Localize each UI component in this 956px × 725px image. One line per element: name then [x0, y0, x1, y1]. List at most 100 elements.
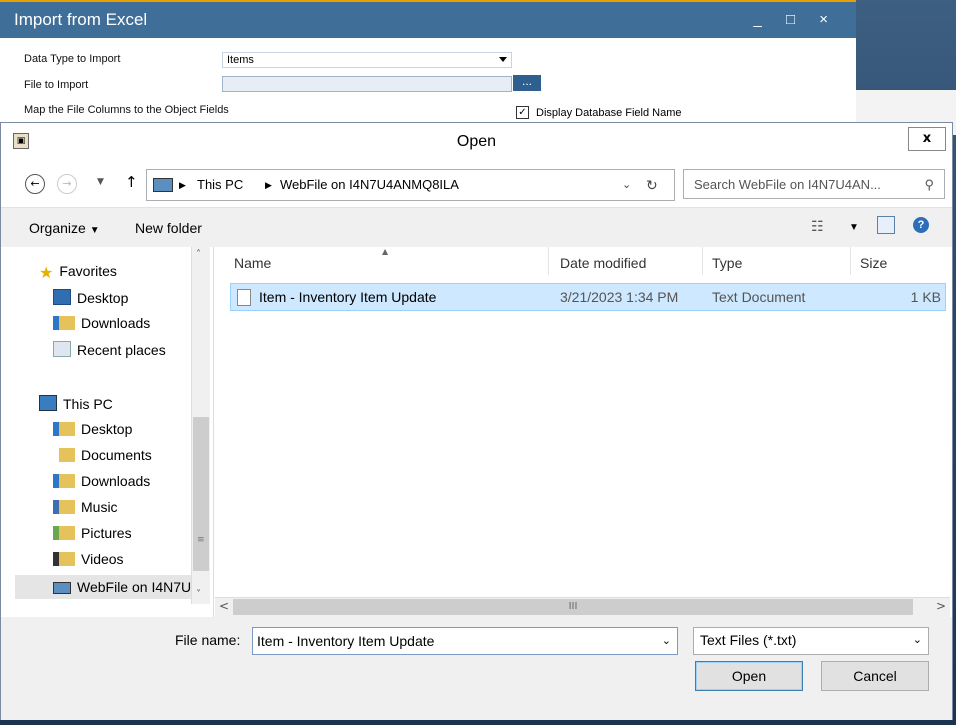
sidebar-item-pictures[interactable]: Pictures [53, 525, 132, 541]
command-toolbar: Organize ▼ New folder ☷ ▼ ? [1, 207, 952, 248]
scroll-left-icon[interactable]: < [219, 599, 229, 613]
breadcrumb-separator-icon: ▶ [265, 180, 272, 190]
sidebar-item-documents[interactable]: Documents [53, 447, 152, 463]
chevron-down-icon: ⌄ [912, 634, 922, 646]
sidebar-item-label: Recent places [77, 342, 166, 358]
scroll-grip-icon: ≡ [197, 535, 205, 545]
sidebar-item-videos[interactable]: Videos [53, 551, 124, 567]
view-options-icon[interactable]: ☷ [811, 218, 824, 235]
address-bar[interactable]: ▶ This PC ▶ WebFile on I4N7U4ANMQ8ILA ⌄ … [146, 169, 675, 201]
sidebar-item-label: Favorites [59, 263, 117, 279]
sidebar-item-label: Videos [81, 551, 124, 567]
new-folder-button[interactable]: New folder [135, 220, 202, 236]
sidebar-item-downloads-pc[interactable]: Downloads [53, 473, 150, 489]
column-header-date[interactable]: Date modified [560, 255, 646, 271]
chevron-down-icon [499, 57, 507, 62]
file-name-input[interactable]: Item - Inventory Item Update ⌄ [252, 627, 678, 655]
file-type-value: Text Files (*.txt) [700, 632, 797, 648]
chevron-down-icon[interactable]: ⌄ [662, 628, 671, 654]
close-button[interactable]: x [908, 127, 946, 151]
sidebar-item-downloads[interactable]: Downloads [53, 315, 150, 331]
display-db-label: Display Database Field Name [536, 107, 682, 119]
navigation-scrollbar[interactable]: ˄ ≡ ˅ [191, 247, 210, 604]
desktop-folder-icon [53, 422, 75, 436]
search-placeholder: Search WebFile on I4N7U4AN... [694, 177, 881, 192]
documents-icon [53, 448, 75, 462]
data-type-select[interactable]: Items [222, 52, 512, 68]
breadcrumb-webfile[interactable]: WebFile on I4N7U4ANMQ8ILA [280, 170, 459, 200]
scrollbar-thumb[interactable]: III [233, 599, 913, 615]
sidebar-item-label: Desktop [77, 290, 129, 306]
recent-locations-icon[interactable]: ▼ [97, 177, 104, 187]
up-arrow-icon[interactable]: ↑ [125, 173, 138, 191]
scroll-up-icon[interactable]: ˄ [196, 249, 201, 260]
downloads-icon [53, 316, 75, 330]
breadcrumb-this-pc[interactable]: This PC [197, 170, 243, 200]
address-dropdown-icon[interactable]: ⌄ [622, 170, 631, 200]
map-columns-label: Map the File Columns to the Object Field… [24, 104, 229, 116]
column-header-type[interactable]: Type [712, 255, 742, 271]
open-dialog: ▣ Open x ← → ▼ ↑ ▶ This PC ▶ WebFile on … [0, 122, 953, 720]
cancel-button[interactable]: Cancel [821, 661, 929, 691]
star-icon: ★ [39, 265, 54, 282]
chevron-down-icon[interactable]: ▼ [849, 222, 859, 233]
help-icon[interactable]: ? [913, 217, 929, 233]
column-header-size[interactable]: Size [860, 255, 887, 271]
sidebar-item-desktop-pc[interactable]: Desktop [53, 421, 132, 437]
navigation-bar: ← → ▼ ↑ ▶ This PC ▶ WebFile on I4N7U4ANM… [1, 163, 952, 203]
column-header-name[interactable]: Name [234, 255, 271, 271]
recent-places-icon [53, 341, 71, 357]
search-input[interactable]: Search WebFile on I4N7U4AN... ⚲ [683, 169, 945, 199]
sidebar-item-label: This PC [63, 396, 113, 412]
sidebar-item-recent-places[interactable]: Recent places [53, 341, 166, 358]
sidebar-item-webfile[interactable]: WebFile on I4N7U [15, 575, 191, 599]
sidebar-item-label: Music [81, 499, 118, 515]
dialog-titlebar: ▣ Open x [1, 123, 952, 163]
column-divider[interactable] [850, 247, 851, 275]
pictures-icon [53, 526, 75, 540]
scroll-right-icon[interactable]: > [936, 599, 946, 613]
window-controls[interactable]: _ □ × [754, 2, 839, 38]
downloads-icon [53, 474, 75, 488]
column-divider[interactable] [548, 247, 549, 275]
sidebar-item-label: Downloads [81, 315, 151, 331]
browse-button[interactable]: ... [513, 75, 541, 91]
sort-indicator-icon: ▲ [382, 247, 389, 256]
import-window-title: Import from Excel [14, 10, 148, 29]
search-icon[interactable]: ⚲ [924, 170, 934, 200]
sidebar-item-label: Pictures [81, 525, 132, 541]
sidebar-item-this-pc[interactable]: This PC [39, 395, 113, 412]
computer-icon [39, 395, 57, 411]
file-type-select[interactable]: Text Files (*.txt) ⌄ [693, 627, 929, 655]
file-name-label: File name: [175, 632, 241, 648]
file-size: 1 KB [910, 289, 941, 305]
sidebar-item-music[interactable]: Music [53, 499, 118, 515]
file-to-import-field[interactable] [222, 76, 512, 92]
sidebar-item-desktop[interactable]: Desktop [53, 289, 128, 306]
open-button[interactable]: Open [695, 661, 803, 691]
dialog-title: Open [456, 133, 497, 150]
organize-button[interactable]: Organize ▼ [29, 220, 100, 236]
display-db-checkbox[interactable]: ✓ [516, 106, 529, 119]
data-type-label: Data Type to Import [24, 53, 121, 65]
refresh-icon[interactable]: ↻ [646, 170, 658, 200]
file-list-hscrollbar[interactable]: < III > [215, 597, 950, 617]
file-to-import-label: File to Import [24, 79, 89, 91]
scroll-down-icon[interactable]: ˅ [196, 589, 201, 600]
file-date: 3/21/2023 1:34 PM [560, 289, 679, 305]
file-type: Text Document [712, 289, 806, 305]
column-divider[interactable] [702, 247, 703, 275]
network-drive-icon [53, 582, 71, 594]
file-list: ▲ Name Date modified Type Size Item - In… [213, 247, 952, 617]
scroll-grip-icon: III [568, 601, 578, 612]
scrollbar-thumb[interactable]: ≡ [193, 417, 209, 571]
preview-pane-icon[interactable] [877, 216, 895, 234]
forward-icon[interactable]: → [57, 174, 77, 194]
file-name: Item - Inventory Item Update [259, 289, 437, 305]
sidebar-item-favorites[interactable]: ★ Favorites [39, 263, 117, 282]
import-window-titlebar: Import from Excel _ □ × [0, 2, 856, 38]
file-row[interactable]: Item - Inventory Item Update 3/21/2023 1… [230, 283, 946, 311]
back-icon[interactable]: ← [25, 174, 45, 194]
import-window: Import from Excel _ □ × Data Type to Imp… [0, 0, 856, 132]
music-icon [53, 500, 75, 514]
